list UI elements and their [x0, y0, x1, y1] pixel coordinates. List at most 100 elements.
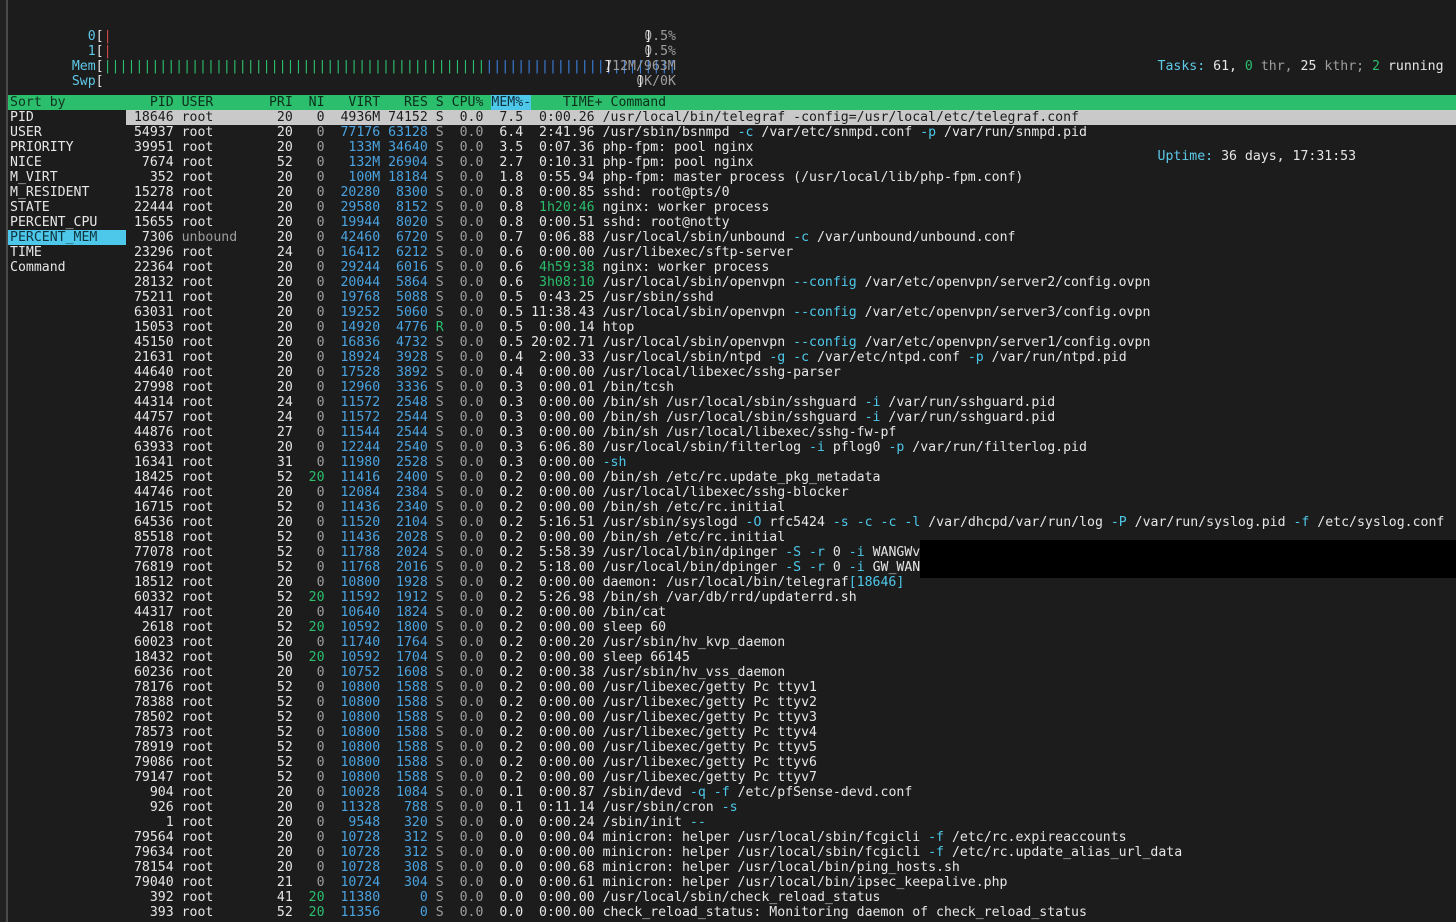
cell-priority: 24	[253, 245, 293, 260]
process-row[interactable]: 63933 root 20 0 12244 2540 S 0.0 0.3 6:0…	[126, 440, 1456, 455]
cell-state: S	[435, 800, 444, 815]
cell-time: 0:00.00	[531, 650, 595, 665]
process-row[interactable]: 22364 root 20 0 29244 6016 S 0.0 0.6 4h5…	[126, 260, 1456, 275]
cell-virt: 77176	[332, 125, 381, 140]
sort-option-pid[interactable]: PID	[8, 110, 126, 125]
col-header-pri[interactable]: PRI	[253, 95, 293, 110]
process-row[interactable]: 27998 root 20 0 12960 3336 S 0.0 0.3 0:0…	[126, 380, 1456, 395]
cell-nice: 20	[300, 620, 325, 635]
process-row[interactable]: 18646 root 20 0 4936M 74152 S 0.0 7.5 0:…	[126, 110, 1456, 125]
cell-cpu-percent: 0.0	[451, 515, 484, 530]
cell-cpu-percent: 0.0	[451, 305, 484, 320]
process-row[interactable]: 44640 root 20 0 17528 3892 S 0.0 0.4 0:0…	[126, 365, 1456, 380]
process-row[interactable]: 78919 root 52 0 10800 1588 S 0.0 0.2 0:0…	[126, 740, 1456, 755]
col-header-cpu[interactable]: CPU%	[452, 95, 484, 110]
process-row[interactable]: 392 root 41 20 11380 0 S 0.0 0.0 0:00.00…	[126, 890, 1456, 905]
process-row[interactable]: 78388 root 52 0 10800 1588 S 0.0 0.2 0:0…	[126, 695, 1456, 710]
process-row[interactable]: 21631 root 20 0 18924 3928 S 0.0 0.4 2:0…	[126, 350, 1456, 365]
col-header-time[interactable]: TIME+	[539, 95, 603, 110]
cell-command: php-fpm: pool nginx	[602, 140, 754, 155]
process-row[interactable]: 18425 root 52 20 11416 2400 S 0.0 0.2 0:…	[126, 470, 1456, 485]
process-row[interactable]: 79147 root 52 0 10800 1588 S 0.0 0.2 0:0…	[126, 770, 1456, 785]
function-key-bar[interactable]	[8, 917, 1456, 922]
process-row[interactable]: 63031 root 20 0 19252 5060 S 0.0 0.5 11:…	[126, 305, 1456, 320]
process-row[interactable]: 75211 root 20 0 19768 5088 S 0.0 0.5 0:4…	[126, 290, 1456, 305]
sort-option-nice[interactable]: NICE	[8, 155, 126, 170]
process-row[interactable]: 1 root 20 0 9548 320 S 0.0 0.0 0:00.24 /…	[126, 815, 1456, 830]
process-row[interactable]: 78176 root 52 0 10800 1588 S 0.0 0.2 0:0…	[126, 680, 1456, 695]
col-header-pid[interactable]: PID	[126, 95, 174, 110]
cell-command: /usr/libexec/getty Pc ttyv7	[602, 770, 817, 785]
col-header-mem[interactable]: MEM%-	[491, 95, 532, 110]
process-row[interactable]: 39951 root 20 0 133M 34640 S 0.0 3.5 0:0…	[126, 140, 1456, 155]
process-row[interactable]: 45150 root 20 0 16836 4732 S 0.0 0.5 20:…	[126, 335, 1456, 350]
process-row[interactable]: 44876 root 27 0 11544 2544 S 0.0 0.3 0:0…	[126, 425, 1456, 440]
process-row[interactable]: 23296 root 24 0 16412 6212 S 0.0 0.6 0:0…	[126, 245, 1456, 260]
process-row[interactable]: 79564 root 20 0 10728 312 S 0.0 0.0 0:00…	[126, 830, 1456, 845]
sort-option-user[interactable]: USER	[8, 125, 126, 140]
cell-pid: 18512	[126, 575, 174, 590]
process-row[interactable]: 15655 root 20 0 19944 8020 S 0.0 0.8 0:0…	[126, 215, 1456, 230]
sort-by-panel[interactable]: Sort by PID USER PRIORITY NICE M_VIRT M_RESID…	[8, 95, 126, 275]
process-row[interactable]: 60236 root 20 0 10752 1608 S 0.0 0.2 0:0…	[126, 665, 1456, 680]
sort-option-time[interactable]: TIME	[8, 245, 126, 260]
process-row[interactable]: 18432 root 50 20 10592 1704 S 0.0 0.2 0:…	[126, 650, 1456, 665]
process-row[interactable]: 44746 root 20 0 12084 2384 S 0.0 0.2 0:0…	[126, 485, 1456, 500]
sort-option-percent-mem[interactable]: PERCENT_MEM	[8, 230, 126, 245]
process-row[interactable]: 22444 root 20 0 29580 8152 S 0.0 0.8 1h2…	[126, 200, 1456, 215]
cell-cpu-percent: 0.0	[451, 455, 484, 470]
process-row[interactable]: 926 root 20 0 11328 788 S 0.0 0.1 0:11.1…	[126, 800, 1456, 815]
process-row[interactable]: 79634 root 20 0 10728 312 S 0.0 0.0 0:00…	[126, 845, 1456, 860]
sort-option-m-virt[interactable]: M_VIRT	[8, 170, 126, 185]
cell-priority: 27	[253, 425, 293, 440]
col-header-command[interactable]: Command	[611, 95, 667, 110]
process-row[interactable]: 2618 root 52 20 10592 1800 S 0.0 0.2 0:0…	[126, 620, 1456, 635]
process-row[interactable]: 15278 root 20 0 20280 8300 S 0.0 0.8 0:0…	[126, 185, 1456, 200]
process-row[interactable]: 79086 root 52 0 10800 1588 S 0.0 0.2 0:0…	[126, 755, 1456, 770]
sort-option-percent-cpu[interactable]: PERCENT_CPU	[8, 215, 126, 230]
process-row[interactable]: 44314 root 24 0 11572 2548 S 0.0 0.3 0:0…	[126, 395, 1456, 410]
process-row[interactable]: 16715 root 52 0 11436 2340 S 0.0 0.2 0:0…	[126, 500, 1456, 515]
sort-option-m-resident[interactable]: M_RESIDENT	[8, 185, 126, 200]
process-row[interactable]: 7674 root 52 0 132M 26904 S 0.0 2.7 0:10…	[126, 155, 1456, 170]
cell-state: S	[435, 350, 444, 365]
process-row[interactable]: 79040 root 21 0 10724 304 S 0.0 0.0 0:00…	[126, 875, 1456, 890]
cell-state: S	[435, 830, 444, 845]
process-row[interactable]: 78502 root 52 0 10800 1588 S 0.0 0.2 0:0…	[126, 710, 1456, 725]
process-row[interactable]: 16341 root 31 0 11980 2528 S 0.0 0.3 0:0…	[126, 455, 1456, 470]
cell-user: root	[181, 485, 254, 500]
cell-user: root	[181, 410, 254, 425]
process-row[interactable]: 44317 root 20 0 10640 1824 S 0.0 0.2 0:0…	[126, 605, 1456, 620]
cell-nice: 0	[300, 215, 325, 230]
process-row[interactable]: 28132 root 20 0 20044 5864 S 0.0 0.6 3h0…	[126, 275, 1456, 290]
process-row[interactable]: 15053 root 20 0 14920 4776 R 0.0 0.5 0:0…	[126, 320, 1456, 335]
cell-user: root	[181, 605, 254, 620]
process-row[interactable]: 7306 unbound 20 0 42460 6720 S 0.0 0.7 0…	[126, 230, 1456, 245]
process-row[interactable]: 78573 root 52 0 10800 1588 S 0.0 0.2 0:0…	[126, 725, 1456, 740]
cell-command: /usr/sbin/syslogd -O rfc5424 -s -c -c -l…	[602, 515, 1445, 530]
cell-time: 0:55.94	[531, 170, 595, 185]
col-header-ni[interactable]: NI	[301, 95, 325, 110]
cell-virt: 12244	[332, 440, 381, 455]
process-row[interactable]: 60023 root 20 0 11740 1764 S 0.0 0.2 0:0…	[126, 635, 1456, 650]
cell-res: 6016	[388, 260, 428, 275]
cell-command: /usr/local/sbin/unbound -c /var/unbound/…	[602, 230, 1016, 245]
cell-priority: 20	[253, 845, 293, 860]
process-row[interactable]: 54937 root 20 0 77176 63128 S 0.0 6.4 2:…	[126, 125, 1456, 140]
process-row[interactable]: 60332 root 52 20 11592 1912 S 0.0 0.2 5:…	[126, 590, 1456, 605]
process-row[interactable]: 352 root 20 0 100M 18184 S 0.0 1.8 0:55.…	[126, 170, 1456, 185]
col-header-user[interactable]: USER	[182, 95, 253, 110]
col-header-state[interactable]: S	[436, 95, 444, 110]
process-row[interactable]: 78154 root 20 0 10728 308 S 0.0 0.0 0:00…	[126, 860, 1456, 875]
col-header-res[interactable]: RES	[388, 95, 428, 110]
process-row[interactable]: 44757 root 24 0 11572 2544 S 0.0 0.3 0:0…	[126, 410, 1456, 425]
process-row[interactable]: 904 root 20 0 10028 1084 S 0.0 0.1 0:00.…	[126, 785, 1456, 800]
sort-option-priority[interactable]: PRIORITY	[8, 140, 126, 155]
sort-option-command[interactable]: Command	[8, 260, 126, 275]
sort-option-state[interactable]: STATE	[8, 200, 126, 215]
cell-state: S	[435, 125, 444, 140]
process-table-header[interactable]: PID USER PRI NI VIRT RES S CPU% MEM%- TI…	[126, 95, 1456, 110]
cell-virt: 42460	[332, 230, 381, 245]
col-header-virt[interactable]: VIRT	[333, 95, 380, 110]
process-row[interactable]: 64536 root 20 0 11520 2104 S 0.0 0.2 5:1…	[126, 515, 1456, 530]
